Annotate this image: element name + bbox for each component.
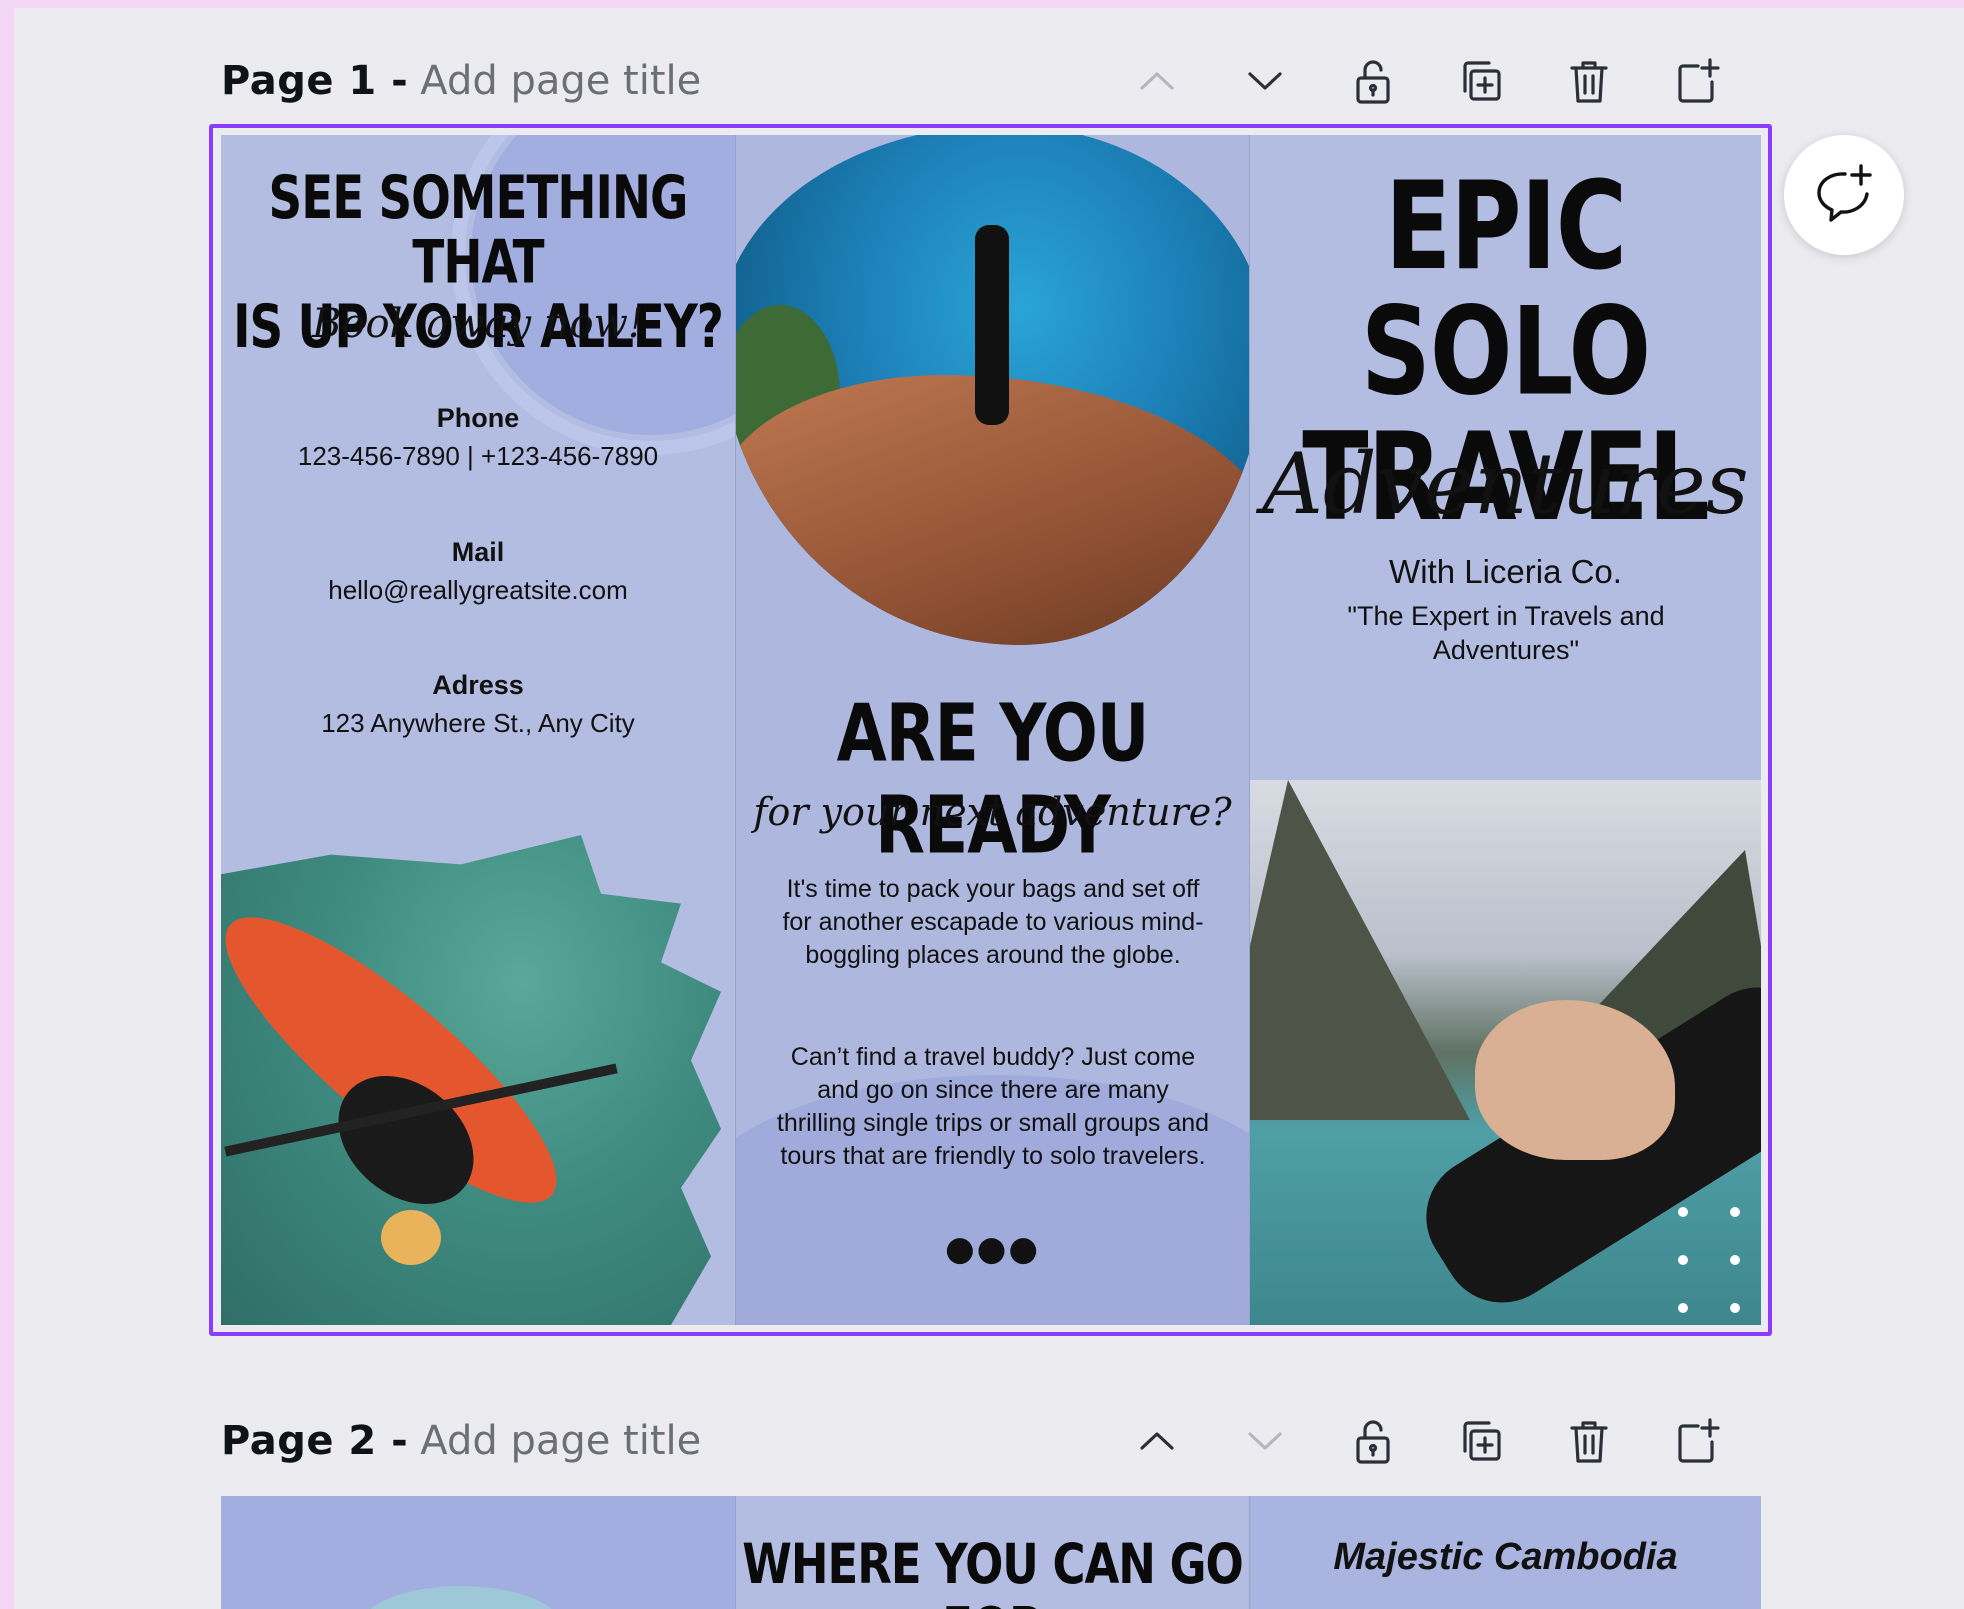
adventures-text[interactable]: Adventures [1250, 435, 1761, 533]
cover-headline-line-1: EPIC SOLO [1360, 157, 1651, 423]
page-2-move-up-button[interactable] [1103, 1406, 1211, 1476]
page-1-move-down-button[interactable] [1211, 46, 1319, 116]
page-1-add-page-button[interactable] [1643, 46, 1751, 116]
chevron-up-icon [1140, 1432, 1174, 1450]
dot-grid-decoration [1678, 1207, 1742, 1313]
cambodia-headline[interactable]: Majestic Cambodia [1250, 1536, 1761, 1579]
book-away-text[interactable]: Book away now! [221, 301, 735, 347]
add-comment-icon [1817, 164, 1872, 222]
company-text[interactable]: With Liceria Co. [1250, 553, 1761, 591]
page-1-header: Page 1 - Add page title [221, 46, 1751, 116]
page-2-panel-right: Majestic Cambodia [1249, 1496, 1761, 1609]
ellipsis-dots[interactable]: ●●● [736, 1229, 1249, 1269]
address-label[interactable]: Adress [221, 670, 735, 701]
add-page-icon [1678, 58, 1720, 103]
phone-value[interactable]: 123-456-7890 | +123-456-7890 [221, 441, 735, 472]
page-2-label: Page 2 - [221, 1418, 409, 1464]
page-1-toolbar [1103, 46, 1751, 116]
trash-icon [1570, 1421, 1608, 1463]
where-headline[interactable]: WHERE YOU CAN GO FOR [736, 1532, 1249, 1609]
intro-paragraph-1[interactable]: It's time to pack your bags and set off … [776, 873, 1210, 972]
chevron-up-icon [1140, 72, 1174, 90]
page-2-add-page-button[interactable] [1643, 1406, 1751, 1476]
hiker-shape [975, 225, 1009, 425]
page-1-move-up-button[interactable] [1103, 46, 1211, 116]
mail-label[interactable]: Mail [221, 537, 735, 568]
lock-icon [1356, 1420, 1390, 1464]
trash-icon [1570, 61, 1608, 103]
mail-value[interactable]: hello@reallygreatsite.com [221, 575, 735, 606]
kayak-photo[interactable] [221, 835, 721, 1325]
phone-label[interactable]: Phone [221, 403, 735, 434]
address-value[interactable]: 123 Anywhere St., Any City [221, 708, 735, 739]
tagline-text[interactable]: "The Expert in Travels and Adventures" [1310, 599, 1702, 667]
page-1-title-input[interactable]: Add page title [420, 58, 701, 104]
page-1-lock-button[interactable] [1319, 46, 1427, 116]
add-page-icon [1678, 1418, 1720, 1463]
page-2-toolbar [1103, 1406, 1751, 1476]
chevron-down-icon [1248, 72, 1282, 90]
decorative-blob [361, 1586, 561, 1609]
page-2-move-down-button[interactable] [1211, 1406, 1319, 1476]
page-2-panel-left [221, 1496, 735, 1609]
duplicate-icon [1463, 1421, 1501, 1461]
brochure-panel-contact: SEE SOMETHING THAT IS UP YOUR ALLEY? Boo… [221, 135, 735, 1325]
lock-icon [1356, 60, 1390, 104]
duplicate-icon [1463, 61, 1501, 101]
page-2-panel-middle: WHERE YOU CAN GO FOR [735, 1496, 1249, 1609]
page-2-delete-button[interactable] [1535, 1406, 1643, 1476]
page-2-title-input[interactable]: Add page title [420, 1418, 701, 1464]
chevron-down-icon [1248, 1432, 1282, 1450]
mountain-left-shape [1250, 780, 1470, 1120]
page-1-delete-button[interactable] [1535, 46, 1643, 116]
page-1-canvas[interactable]: SEE SOMETHING THAT IS UP YOUR ALLEY? Boo… [221, 135, 1761, 1325]
page-2-lock-button[interactable] [1319, 1406, 1427, 1476]
page-2-header: Page 2 - Add page title [221, 1406, 1751, 1476]
mountain-lake-photo[interactable] [1250, 780, 1761, 1325]
contact-headline-line-1: SEE SOMETHING THAT [268, 164, 689, 298]
page-1-label: Page 1 - [221, 58, 409, 104]
intro-paragraph-2[interactable]: Can’t find a travel buddy? Just come and… [776, 1041, 1210, 1173]
page-2-duplicate-button[interactable] [1427, 1406, 1535, 1476]
ready-headline[interactable]: ARE YOU READY [736, 687, 1249, 872]
page-2-canvas[interactable]: WHERE YOU CAN GO FOR Majestic Cambodia [221, 1496, 1761, 1609]
add-comment-button[interactable] [1784, 135, 1904, 255]
page-1-duplicate-button[interactable] [1427, 46, 1535, 116]
brochure-panel-intro: ARE YOU READY for your next adventure? I… [735, 135, 1249, 1325]
helmet-shape [381, 1210, 441, 1265]
lake-hiker-photo[interactable] [736, 135, 1249, 645]
next-adventure-text[interactable]: for your next adventure? [736, 790, 1249, 834]
brochure-panel-cover: EPIC SOLO TRAVEL Adventures With Liceria… [1249, 135, 1761, 1325]
